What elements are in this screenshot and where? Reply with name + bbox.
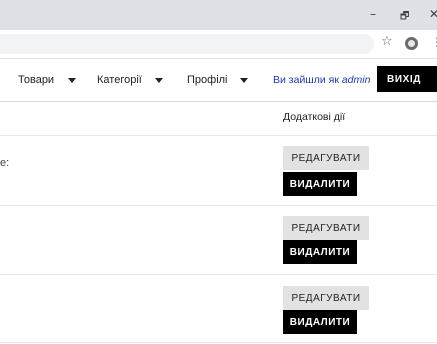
star-icon[interactable]: ☆: [381, 34, 393, 49]
logged-in-prefix: Ви зайшли як: [273, 74, 339, 86]
chevron-down-icon[interactable]: [68, 78, 76, 83]
logged-in-status: Ви зайшли як admin: [273, 74, 370, 86]
nav-profiles[interactable]: Профілі: [187, 74, 228, 86]
row-divider: [0, 342, 437, 343]
delete-button[interactable]: ВИДАЛИТИ: [283, 172, 357, 196]
extension-icon[interactable]: [405, 37, 418, 50]
url-input[interactable]: [0, 34, 374, 54]
delete-button[interactable]: ВИДАЛИТИ: [283, 310, 357, 334]
table-cell-text: e:: [0, 157, 10, 169]
row-divider: [0, 205, 437, 206]
row-divider: [0, 135, 437, 136]
logout-button[interactable]: ВИХІД: [377, 66, 437, 92]
nav-categories[interactable]: Категорії: [97, 74, 142, 86]
close-icon[interactable]: ✕: [429, 7, 437, 21]
column-header-actions: Додаткові дії: [283, 111, 346, 123]
restore-icon[interactable]: 🗗: [400, 9, 409, 26]
kebab-icon[interactable]: ⋮: [431, 35, 437, 49]
edit-button[interactable]: РЕДАГУВАТИ: [283, 216, 369, 240]
row-divider: [0, 274, 437, 275]
address-bar: [0, 30, 437, 59]
app-navbar: Товари Категорії Профілі Ви зайшли як ad…: [0, 59, 437, 102]
browser-titlebar: – 🗗 ✕: [0, 0, 437, 30]
chevron-down-icon[interactable]: [155, 78, 163, 83]
edit-button[interactable]: РЕДАГУВАТИ: [283, 286, 369, 310]
edit-button[interactable]: РЕДАГУВАТИ: [283, 146, 369, 170]
minimize-icon[interactable]: –: [370, 7, 376, 21]
logged-in-username: admin: [341, 74, 371, 86]
chevron-down-icon[interactable]: [240, 78, 248, 83]
delete-button[interactable]: ВИДАЛИТИ: [283, 240, 357, 264]
nav-products[interactable]: Товари: [18, 74, 54, 86]
